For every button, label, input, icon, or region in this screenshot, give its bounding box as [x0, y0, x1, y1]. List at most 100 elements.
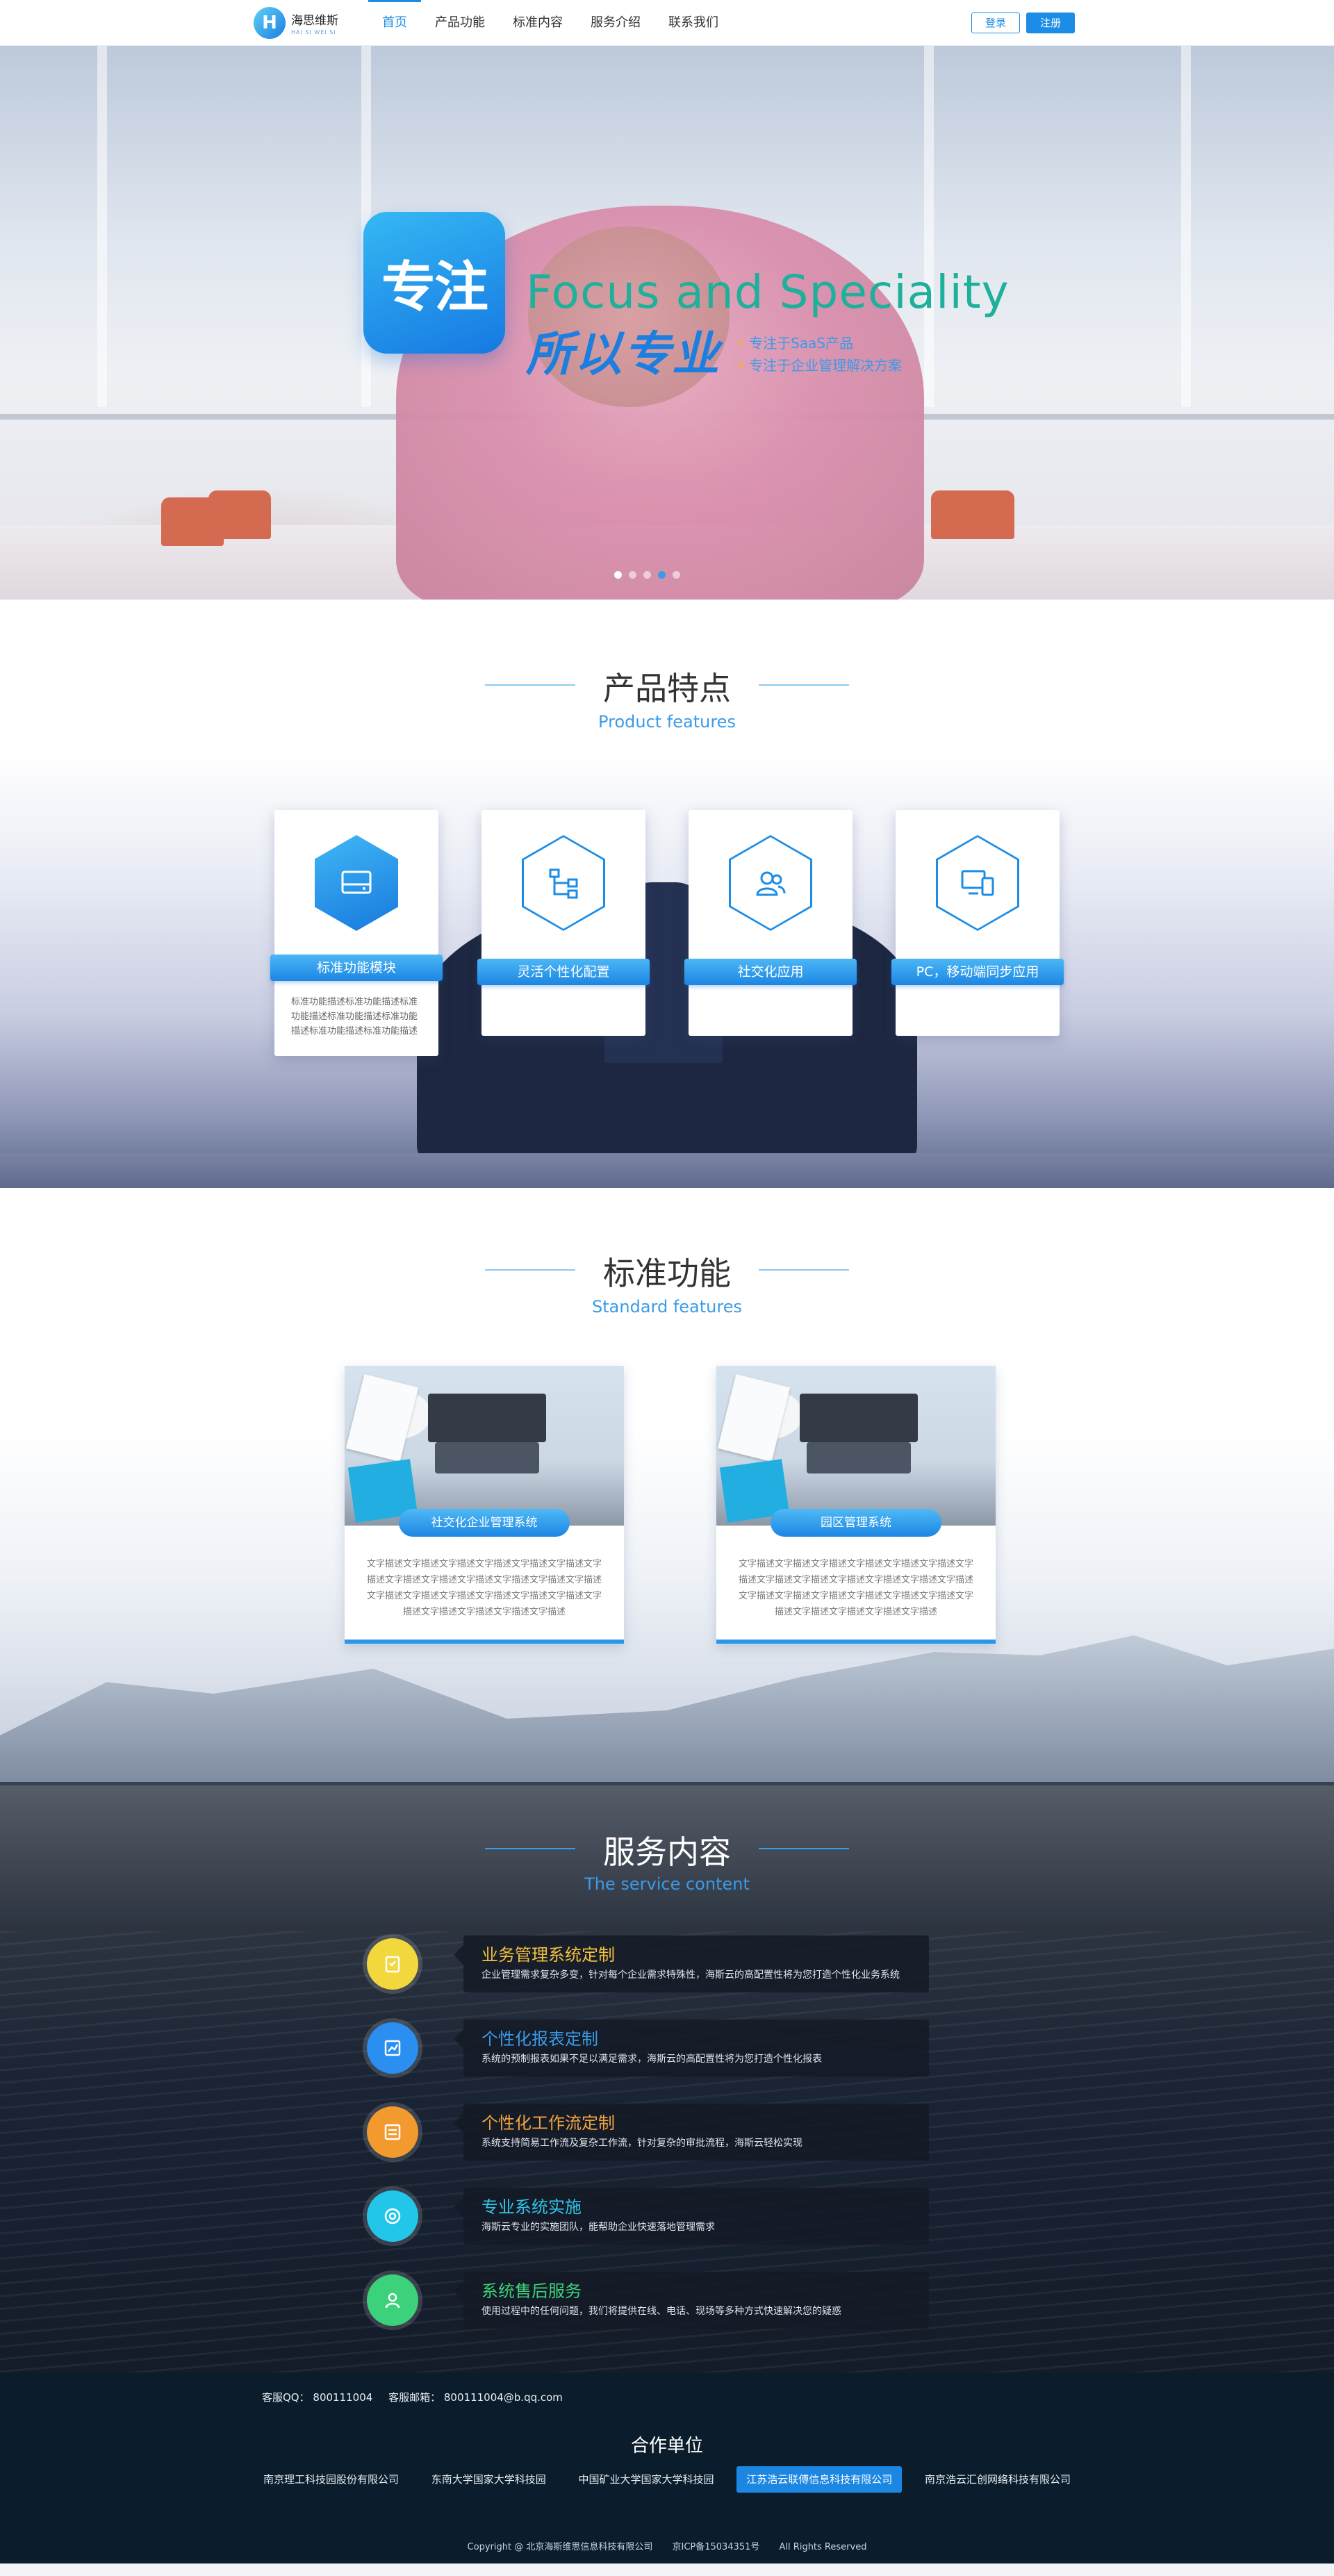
logo-mark-icon: H	[254, 7, 286, 39]
bottom-strip	[0, 2563, 1334, 2576]
site-logo[interactable]: H 海思维斯 HAI SI WEI SI	[254, 7, 351, 39]
partners-list: 南京理工科技园股份有限公司 东南大学国家大学科技园 中国矿业大学国家大学科技园 …	[254, 2466, 1080, 2493]
service-name: 个性化报表定制	[481, 2029, 598, 2049]
heading-line	[485, 1848, 575, 1849]
standard-card[interactable]: 园区管理系统 文字描述文字描述文字描述文字描述文字描述文字描述文字描述文字描述文…	[716, 1366, 996, 1644]
nav-standard[interactable]: 标准内容	[499, 0, 577, 46]
features-title: 产品特点	[603, 670, 731, 707]
feature-label: PC，移动端同步应用	[891, 959, 1064, 985]
hero-bullet: 专注于SaaS产品	[736, 332, 902, 354]
login-button[interactable]: 登录	[971, 13, 1020, 33]
chair	[931, 490, 1014, 539]
top-header: H 海思维斯 HAI SI WEI SI 首页 产品功能 标准内容 服务介绍 联…	[0, 0, 1334, 46]
services-subtitle: The service content	[584, 1874, 750, 1894]
feature-card[interactable]: 灵活个性化配置	[477, 810, 650, 1036]
users-icon	[729, 835, 812, 931]
partner-link[interactable]: 江苏浩云联傅信息科技有限公司	[736, 2466, 903, 2493]
standard-subtitle: Standard features	[592, 1297, 742, 1316]
service-item[interactable]: 系统售后服务使用过程中的任何问题，我们将提供在线、电话、现场等多种方式快速解决您…	[454, 2272, 929, 2329]
hero-en-word-and: and	[675, 265, 764, 319]
features-subtitle: Product features	[598, 712, 736, 732]
services-heading: 服务内容 The service content	[0, 1827, 1334, 1894]
service-name: 个性化工作流定制	[481, 2113, 615, 2133]
devices-icon	[936, 835, 1019, 931]
nav-home[interactable]: 首页	[368, 0, 421, 46]
hero-en-word-speciality: Speciality	[779, 265, 1010, 319]
card-accent-bar	[716, 1640, 996, 1644]
hero-badge: 专注	[363, 212, 505, 354]
partner-link[interactable]: 东南大学国家大学科技园	[422, 2466, 556, 2493]
partner-link[interactable]: 中国矿业大学国家大学科技园	[568, 2466, 723, 2493]
card-accent-bar	[345, 1640, 624, 1644]
feature-card[interactable]: 社交化应用	[684, 810, 857, 1036]
feature-label: 社交化应用	[684, 959, 857, 985]
nav-contact[interactable]: 联系我们	[654, 0, 732, 46]
carousel-dot[interactable]	[658, 571, 666, 579]
feature-label: 标准功能模块	[270, 955, 443, 981]
feature-description: 标准功能描述标准功能描述标准功能描述标准功能描述标准功能描述标准功能描述标准功能…	[291, 997, 418, 1037]
photo-laptop	[800, 1394, 918, 1442]
chair	[208, 490, 271, 539]
partner-link[interactable]: 南京理工科技园股份有限公司	[254, 2466, 409, 2493]
main-nav: 首页 产品功能 标准内容 服务介绍 联系我们	[368, 0, 732, 46]
register-button[interactable]: 注册	[1026, 13, 1075, 33]
service-description: 系统的预制报表如果不足以满足需求，海斯云的高配置性将为您打造个性化报表	[481, 2054, 822, 2065]
carousel-dot[interactable]	[643, 571, 651, 579]
qq-label: 客服QQ：	[262, 2391, 310, 2404]
service-item[interactable]: 业务管理系统定制 企业管理需求复杂多变，针对每个企业需求特殊性，海斯云的高配置性将…	[454, 1935, 929, 1992]
service-item[interactable]: 专业系统实施海斯云专业的实施团队，能帮助企业快速落地管理需求	[454, 2188, 929, 2245]
feature-card[interactable]: PC，移动端同步应用	[891, 810, 1064, 1036]
window-frame	[97, 46, 107, 407]
standard-heading: 标准功能 Standard features	[0, 1248, 1334, 1316]
standard-card-description: 文字描述文字描述文字描述文字描述文字描述文字描述文字描述文字描述文字描述文字描述…	[738, 1559, 973, 1617]
hero-english-title: Focus and Speciality	[526, 265, 1010, 319]
window-frame	[1181, 46, 1191, 407]
heading-line	[485, 1269, 575, 1271]
standard-title: 标准功能	[603, 1255, 731, 1292]
nav-services[interactable]: 服务介绍	[577, 0, 654, 46]
photo-laptop	[428, 1394, 546, 1442]
service-description: 系统支持简易工作流及复杂工作流，针对复杂的审批流程，海斯云轻松实现	[481, 2138, 802, 2149]
partner-link[interactable]: 南京浩云汇创网络科技有限公司	[915, 2466, 1080, 2493]
feature-card[interactable]: 标准功能模块 标准功能描述标准功能描述标准功能描述标准功能描述标准功能描述标准功…	[270, 810, 443, 1056]
carousel-dot[interactable]	[673, 571, 680, 579]
service-description: 海斯云专业的实施团队，能帮助企业快速落地管理需求	[481, 2222, 715, 2233]
photo-keyboard	[807, 1442, 911, 1473]
service-name: 专业系统实施	[481, 2197, 582, 2217]
nav-products[interactable]: 产品功能	[421, 0, 499, 46]
copyright-text: Copyright @ 北京海斯维思信息科技有限公司	[467, 2542, 653, 2552]
photo-paper	[717, 1373, 791, 1462]
target-icon	[363, 2186, 422, 2246]
service-name: 系统售后服务	[481, 2281, 582, 2301]
hard-drive-icon	[315, 835, 398, 931]
email-address[interactable]: 800111004@b.qq.com	[444, 2391, 563, 2404]
window-frame	[924, 46, 934, 407]
features-heading: 产品特点 Product features	[0, 663, 1334, 732]
hero-en-word-focus: Focus	[526, 265, 661, 319]
photo-paper	[345, 1373, 419, 1462]
hero-chinese-title: 所以专业	[526, 327, 721, 382]
carousel-dot[interactable]	[614, 571, 622, 579]
heading-line	[759, 684, 849, 686]
partners-title: 合作单位	[630, 2436, 703, 2457]
chart-icon	[363, 2018, 422, 2078]
email-label: 客服邮箱：	[388, 2391, 441, 2404]
logo-subtitle: HAI SI WEI SI	[291, 29, 336, 35]
carousel-dot[interactable]	[629, 571, 636, 579]
feature-label: 灵活个性化配置	[477, 959, 650, 985]
hero-bullet: 专注于企业管理解决方案	[736, 354, 902, 377]
service-name: 业务管理系统定制	[481, 1945, 615, 1965]
clipboard-icon	[363, 1934, 422, 1994]
standard-card[interactable]: 社交化企业管理系统 文字描述文字描述文字描述文字描述文字描述文字描述文字描述文字…	[345, 1366, 624, 1644]
service-description: 使用过程中的任何问题，我们将提供在线、电话、现场等多种方式快速解决您的疑惑	[481, 2306, 841, 2317]
desk-photo	[345, 1366, 624, 1526]
support-icon	[363, 2270, 422, 2330]
service-item[interactable]: 个性化报表定制系统的预制报表如果不足以满足需求，海斯云的高配置性将为您打造个性化…	[454, 2020, 929, 2077]
carousel-dots	[614, 571, 680, 579]
hero-banner[interactable]: 专注 Focus and Speciality 所以专业 专注于SaaS产品 专…	[0, 46, 1334, 600]
icp-number: 京ICP备15034351号	[672, 2542, 760, 2552]
logo-name: 海思维斯	[291, 14, 338, 28]
service-item[interactable]: 个性化工作流定制系统支持简易工作流及复杂工作流，针对复杂的审批流程，海斯云轻松实…	[454, 2104, 929, 2161]
heading-line	[759, 1848, 849, 1849]
qq-number[interactable]: 800111004	[313, 2391, 372, 2404]
